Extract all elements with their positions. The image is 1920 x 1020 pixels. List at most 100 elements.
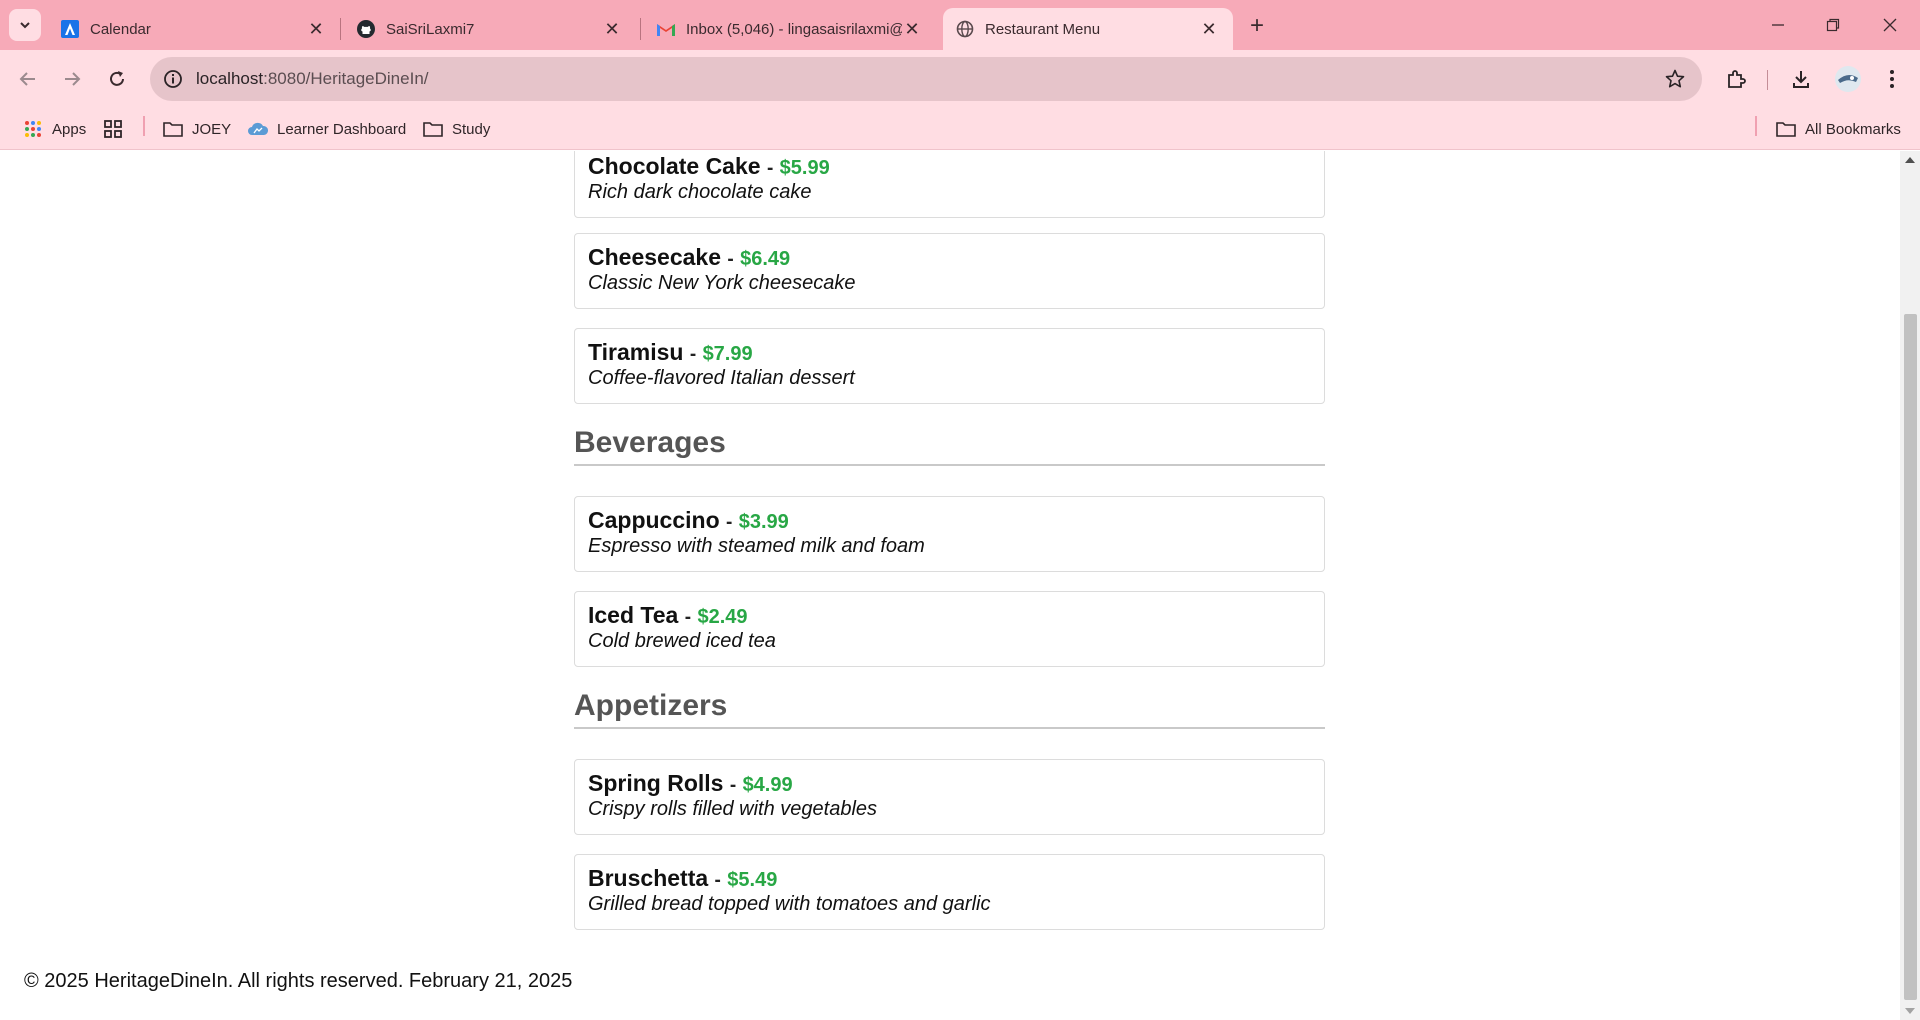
url-text[interactable]: localhost:8080/HeritageDineIn/ <box>196 69 429 89</box>
site-info-icon[interactable] <box>162 68 184 90</box>
folder-icon <box>162 119 184 139</box>
menu-item-description: Grilled bread topped with tomatoes and g… <box>588 893 991 915</box>
menu-item-price: $4.99 <box>742 774 793 796</box>
more-menu-icon[interactable] <box>1878 65 1906 93</box>
tab-restaurant-menu[interactable]: Restaurant Menu ✕ <box>943 8 1233 50</box>
menu-item: Spring Rolls - $4.99 Crispy rolls filled… <box>574 759 1325 835</box>
download-icon[interactable] <box>1787 65 1815 93</box>
globe-icon <box>955 19 975 39</box>
separator-dash: - <box>729 775 737 796</box>
bookmark-star-icon[interactable] <box>1664 68 1686 90</box>
menu-item-name: Cheesecake <box>588 244 721 270</box>
menu-item-price: $2.49 <box>697 606 748 628</box>
menu-item-name-line: Chocolate Cake - $5.99 <box>588 153 830 180</box>
scrollbar-thumb[interactable] <box>1904 314 1917 1000</box>
menu-item: Bruschetta - $5.49 Grilled bread topped … <box>574 854 1325 930</box>
bookmark-study[interactable]: Study <box>422 116 490 142</box>
separator-dash: - <box>714 870 721 891</box>
scroll-up-arrow-icon[interactable] <box>1905 157 1915 163</box>
tab-title: SaiSriLaxmi7 <box>386 20 475 38</box>
page-viewport: Chocolate Cake - $5.99 Rich dark chocola… <box>0 151 1900 1020</box>
section-title-beverages: Beverages <box>574 426 1325 466</box>
folder-icon <box>1775 119 1797 139</box>
menu-item-description: Crispy rolls filled with vegetables <box>588 798 878 820</box>
page-scrollbar[interactable] <box>1900 151 1920 1020</box>
bookmark-joey[interactable]: JOEY <box>162 116 231 142</box>
back-button[interactable] <box>13 64 43 94</box>
section-title-text: Beverages <box>574 426 726 459</box>
separator-dash: - <box>727 249 734 270</box>
bookmark-label: Learner Dashboard <box>277 120 407 138</box>
menu-item-name: Spring Rolls <box>588 770 724 796</box>
github-icon <box>356 19 376 39</box>
tab-strip: Calendar ✕ SaiSriLaxmi7 ✕ Inbox (5,046) … <box>0 0 1920 50</box>
tab-title: Inbox (5,046) - lingasaisrilaxmi@ <box>686 20 902 38</box>
bookmarks-divider <box>1755 116 1757 136</box>
tab-title: Restaurant Menu <box>985 20 1101 38</box>
reload-button[interactable] <box>102 64 132 94</box>
separator-dash: - <box>726 512 733 533</box>
bookmark-learner-dashboard[interactable]: Learner Dashboard <box>247 116 406 142</box>
tab-github[interactable]: SaiSriLaxmi7 ✕ <box>344 8 636 50</box>
menu-item-name-line: Cappuccino - $3.99 <box>588 507 789 534</box>
menu-item-name-line: Iced Tea - $2.49 <box>588 602 748 629</box>
tab-search-button[interactable] <box>9 9 41 41</box>
tab-divider <box>640 18 641 40</box>
close-icon[interactable]: ✕ <box>306 19 326 39</box>
scroll-down-arrow-icon[interactable] <box>1905 1008 1915 1014</box>
bookmarks-divider <box>143 116 145 136</box>
close-icon[interactable]: ✕ <box>602 19 622 39</box>
bookmark-label: Apps <box>52 120 87 138</box>
menu-item-description: Cold brewed iced tea <box>588 630 776 652</box>
chevron-down-icon <box>20 22 30 29</box>
menu-item-price: $7.99 <box>702 343 753 365</box>
browser-toolbar: localhost:8080/HeritageDineIn/ <box>0 50 1920 108</box>
bookmark-all-bookmarks[interactable]: All Bookmarks <box>1775 116 1901 142</box>
restore-icon[interactable] <box>1818 10 1848 40</box>
bookmark-label: All Bookmarks <box>1805 120 1901 138</box>
menu-item-name: Cappuccino <box>588 507 720 533</box>
separator-dash: - <box>766 158 774 179</box>
reload-icon <box>110 71 124 86</box>
menu-item-description: Espresso with steamed milk and foam <box>588 535 925 557</box>
apps-grid-icon <box>22 119 44 139</box>
separator-dash: - <box>684 607 692 628</box>
menu-item: Iced Tea - $2.49 Cold brewed iced tea <box>574 591 1325 667</box>
tab-gmail[interactable]: Inbox (5,046) - lingasaisrilaxmi@ ✕ <box>644 8 936 50</box>
bookmarks-bar: Apps JOEY Learner Dashboard Study All Bo… <box>0 108 1920 150</box>
new-tab-button[interactable]: + <box>1243 12 1271 40</box>
gmail-icon <box>656 19 676 39</box>
menu-item-description: Rich dark chocolate cake <box>588 181 812 203</box>
google-calendar-icon <box>60 19 80 39</box>
menu-item-description: Coffee-flavored Italian dessert <box>588 367 855 389</box>
menu-item-name: Tiramisu <box>588 339 684 365</box>
menu-item-name: Iced Tea <box>588 602 679 628</box>
menu-item-description: Classic New York cheesecake <box>588 272 856 294</box>
arrow-right-icon <box>65 72 81 86</box>
bookmark-apps[interactable]: Apps <box>22 116 86 142</box>
page-footer: © 2025 HeritageDineIn. All rights reserv… <box>24 970 573 992</box>
bookmark-tab-groups[interactable] <box>102 116 132 142</box>
menu-item-name-line: Spring Rolls - $4.99 <box>588 770 793 797</box>
minimize-icon[interactable] <box>1763 10 1793 40</box>
bookmark-label: Study <box>452 120 491 138</box>
menu-item-price: $3.99 <box>738 511 789 533</box>
address-bar[interactable]: localhost:8080/HeritageDineIn/ <box>150 57 1702 101</box>
menu-item-name: Bruschetta <box>588 865 709 891</box>
bookmark-label: JOEY <box>192 120 232 138</box>
menu-item: Cappuccino - $3.99 Espresso with steamed… <box>574 496 1325 572</box>
close-icon[interactable]: ✕ <box>902 19 922 39</box>
profile-avatar[interactable] <box>1834 65 1862 93</box>
separator-dash: - <box>689 344 697 365</box>
close-icon[interactable]: ✕ <box>1199 19 1219 39</box>
cloud-icon <box>247 119 269 139</box>
section-title-text: Appetizers <box>574 689 728 722</box>
window-close-icon[interactable] <box>1875 10 1905 40</box>
menu-item-price: $5.49 <box>727 869 778 891</box>
menu-item: Tiramisu - $7.99 Coffee-flavored Italian… <box>574 328 1325 404</box>
tab-title: Calendar <box>90 20 151 38</box>
forward-button[interactable] <box>57 64 87 94</box>
section-title-appetizers: Appetizers <box>574 689 1325 729</box>
extensions-icon[interactable] <box>1722 65 1750 93</box>
tab-calendar[interactable]: Calendar ✕ <box>48 8 340 50</box>
